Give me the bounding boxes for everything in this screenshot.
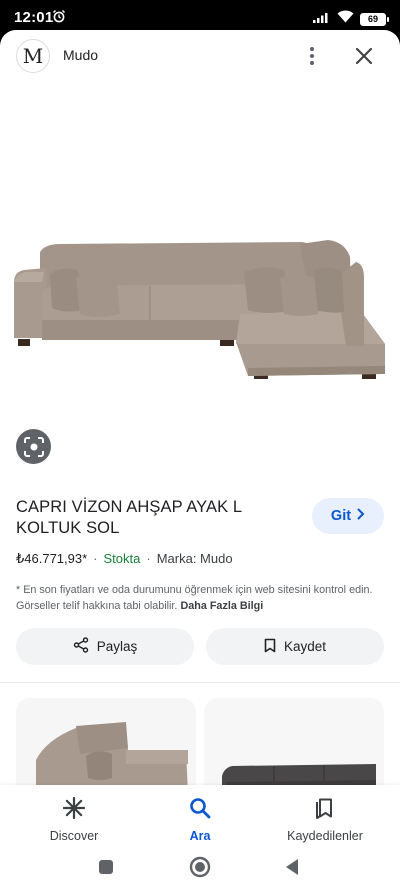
nav-saved[interactable]: Kaydedilenler (278, 797, 372, 843)
price: ₺46.771,93* (16, 551, 88, 566)
signal-icon (313, 10, 331, 28)
status-bar: 12:01 69 (0, 0, 400, 34)
product-sheet: M Mudo CAPRI VİZON AHŞAP AYAK L KOLTUK S… (0, 30, 400, 855)
bottom-nav: Discover Ara Kaydedilenler (0, 785, 400, 855)
nav-search-label: Ara (189, 829, 211, 843)
bookmark-icon (264, 638, 276, 656)
alarm-icon (52, 9, 66, 28)
triangle-back-icon[interactable] (284, 858, 300, 881)
close-icon[interactable] (350, 42, 378, 70)
disclaimer: * En son fiyatları ve oda durumunu öğren… (16, 582, 384, 614)
divider (0, 682, 400, 683)
bookmarks-icon (314, 797, 336, 822)
chevron-right-icon (357, 508, 365, 524)
brand-logo[interactable]: M (16, 39, 50, 73)
nav-saved-label: Kaydedilenler (287, 829, 363, 843)
nav-discover[interactable]: Discover (44, 796, 104, 843)
status-time: 12:01 (14, 9, 54, 26)
wifi-icon (337, 10, 354, 28)
nav-discover-label: Discover (49, 829, 99, 843)
share-icon (73, 637, 89, 656)
asterisk-icon (62, 796, 86, 822)
share-button[interactable]: Paylaş (16, 628, 194, 665)
circle-icon[interactable] (189, 856, 211, 883)
brand-name[interactable]: Mudo (63, 47, 98, 63)
more-info-link[interactable]: Daha Fazla Bilgi (180, 600, 263, 612)
lens-icon[interactable] (16, 429, 51, 464)
related-product-card[interactable] (204, 698, 384, 798)
brand-label: Marka: Mudo (156, 551, 233, 566)
product-title: CAPRI VİZON AHŞAP AYAK L KOLTUK SOL (16, 498, 242, 537)
square-icon[interactable] (98, 859, 114, 880)
product-image[interactable] (0, 82, 400, 418)
go-button-label: Git (330, 508, 352, 524)
header: M Mudo (0, 30, 400, 82)
stock-status: Stokta (103, 551, 141, 566)
search-icon (189, 797, 211, 822)
save-label: Kaydet (283, 639, 327, 654)
go-button[interactable]: Git (312, 498, 384, 534)
price-row: ₺46.771,93* · Stokta · Marka: Mudo (16, 551, 233, 566)
related-product-card[interactable] (16, 698, 196, 798)
more-vert-icon[interactable] (300, 42, 324, 70)
share-label: Paylaş (96, 639, 138, 654)
system-nav-bar (0, 855, 400, 891)
status-icons: 69 (313, 10, 389, 28)
save-button[interactable]: Kaydet (206, 628, 384, 665)
battery-icon: 69 (360, 12, 389, 26)
nav-search[interactable]: Ara (170, 797, 230, 843)
